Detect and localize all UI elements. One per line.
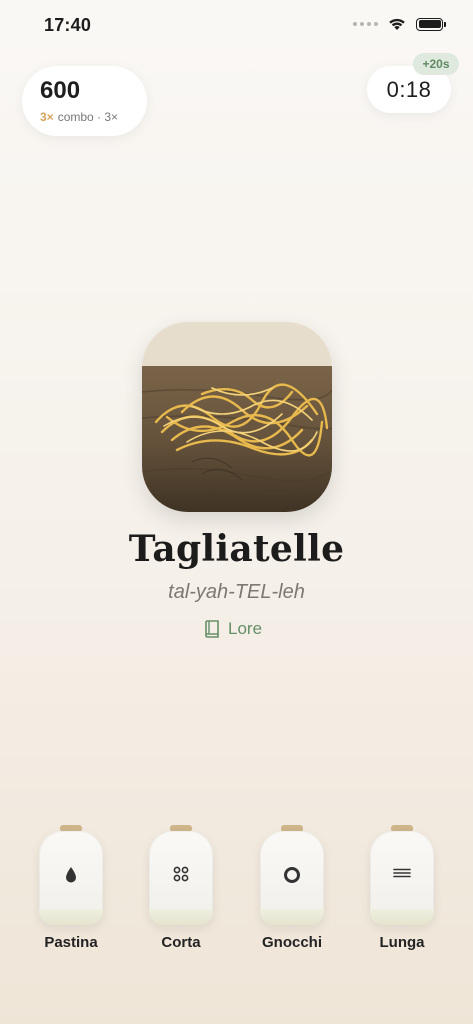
pasta-name: Tagliatelle	[128, 528, 345, 570]
jar-label: Pastina	[44, 934, 98, 951]
lore-label: Lore	[228, 619, 263, 638]
score-card: 600 3× combo · 3×	[22, 66, 147, 136]
cellular-icon	[353, 22, 378, 26]
score-value: 600	[40, 77, 81, 104]
status-time: 17:40	[44, 15, 92, 35]
ring-icon	[284, 867, 300, 883]
time-bonus-badge: +20s	[413, 53, 459, 75]
book-icon	[205, 620, 219, 638]
pronunciation: tal-yah-TEL-leh	[168, 581, 305, 603]
jar-corta[interactable]: Corta	[147, 825, 215, 951]
jar-pastina[interactable]: Pastina	[37, 825, 105, 951]
jar-label: Corta	[161, 934, 201, 951]
wifi-icon	[389, 18, 405, 30]
battery-icon	[416, 17, 446, 31]
lines-icon	[393, 868, 411, 878]
timer-value: 0:18	[386, 76, 432, 102]
jar-body	[39, 831, 103, 925]
combo-row: 3× combo · 3×	[40, 110, 118, 124]
four-rings-icon	[173, 866, 189, 882]
jar-label: Lunga	[379, 934, 425, 951]
combo-text: combo · 3×	[57, 110, 119, 124]
combo-multiplier: 3×	[40, 110, 54, 124]
jar-label: Gnocchi	[261, 934, 322, 951]
jar-lunga[interactable]: Lunga	[368, 825, 436, 951]
lore-button[interactable]: Lore	[204, 616, 262, 642]
jar-body	[260, 831, 324, 925]
pasta-image[interactable]	[142, 322, 332, 512]
jar-body	[149, 831, 213, 925]
drop-icon	[66, 867, 76, 883]
status-indicators	[353, 17, 446, 31]
jar-body	[370, 831, 434, 925]
jar-gnocchi[interactable]: Gnocchi	[258, 825, 326, 951]
